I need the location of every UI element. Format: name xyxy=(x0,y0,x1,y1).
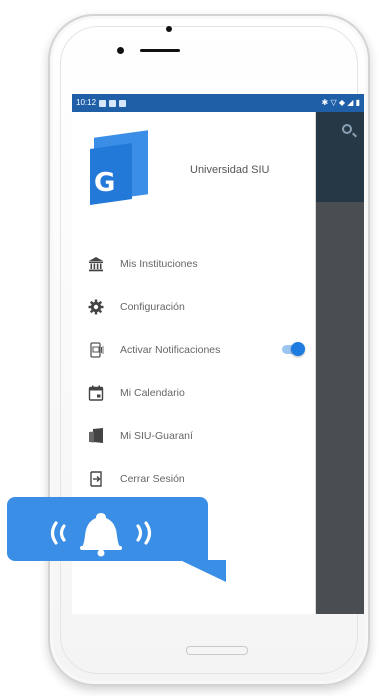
menu-label: Mi Calendario xyxy=(120,386,185,399)
ringing-bell-icon xyxy=(36,508,166,558)
notification-device-icon xyxy=(88,341,104,358)
menu-label: Mis Instituciones xyxy=(120,257,198,270)
logout-icon xyxy=(88,470,104,487)
menu-label: Cerrar Sesión xyxy=(120,472,185,485)
notifications-toggle[interactable] xyxy=(282,342,305,356)
guarani-icon xyxy=(88,427,104,444)
menu-item-cerrar-sesion[interactable]: Cerrar Sesión xyxy=(72,457,316,500)
status-bar: 10:12 ✱ ▽ ◆ ◢ ▮ xyxy=(72,94,364,112)
menu-item-mi-siu-guarani[interactable]: Mi SIU-Guaraní xyxy=(72,414,316,457)
university-logo: G xyxy=(90,130,150,205)
notification-app-icon xyxy=(99,99,107,107)
earpiece-speaker xyxy=(140,49,180,52)
menu-item-configuracion[interactable]: Configuración xyxy=(72,285,316,328)
menu-item-mi-calendario[interactable]: Mi Calendario xyxy=(72,371,316,414)
status-indicators: ✱ ▽ ◆ ◢ ▮ xyxy=(321,98,360,107)
background-app xyxy=(316,112,364,614)
home-button[interactable] xyxy=(186,646,248,655)
notification-app-icon xyxy=(119,99,127,107)
logo-letter: G xyxy=(94,168,116,198)
status-left: 10:12 xyxy=(76,94,127,112)
promo-stage: 10:12 ✱ ▽ ◆ ◢ ▮ G Universidad SIU Mis In… xyxy=(0,0,379,696)
background-toolbar xyxy=(316,112,364,202)
menu-label: Mi SIU-Guaraní xyxy=(120,429,193,442)
toggle-knob xyxy=(291,342,305,356)
drawer-header: G Universidad SIU xyxy=(72,112,316,216)
front-camera xyxy=(166,26,172,32)
drawer-menu: Mis Instituciones Configuración Activar … xyxy=(72,242,316,500)
organization-name: Universidad SIU xyxy=(190,164,270,176)
search-icon[interactable] xyxy=(342,124,352,134)
menu-item-mis-instituciones[interactable]: Mis Instituciones xyxy=(72,242,316,285)
calendar-icon xyxy=(88,385,104,401)
menu-item-activar-notificaciones[interactable]: Activar Notificaciones xyxy=(72,328,316,371)
status-time: 10:12 xyxy=(76,98,97,107)
menu-label: Configuración xyxy=(120,300,185,313)
menu-label: Activar Notificaciones xyxy=(120,343,221,356)
bubble-tail xyxy=(180,560,226,582)
institution-icon xyxy=(88,256,104,272)
proximity-sensor xyxy=(117,47,124,54)
notification-app-icon xyxy=(109,99,117,107)
gear-icon xyxy=(88,299,104,315)
